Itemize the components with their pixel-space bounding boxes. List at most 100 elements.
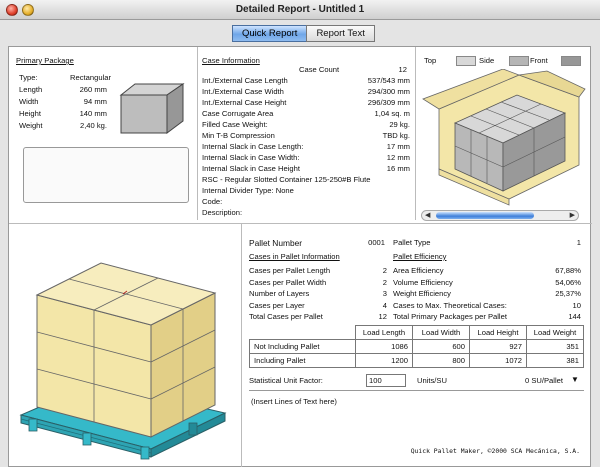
primary-width-value: 94 mm [83, 97, 107, 106]
pallet-eff-row: Volume Efficiency 54,06% [393, 278, 583, 290]
pallet-eff-row: Total Primary Packages per Pallet 144 [393, 312, 583, 324]
load-dimensions-table: Load Length Load Width Load Height Load … [249, 325, 584, 368]
footer-credit: Quick Pallet Maker, ©2000 SCA Mecánica, … [410, 447, 580, 455]
pallet-efficiency-heading: Pallet Efficiency [393, 252, 447, 261]
notes-text-area[interactable]: (Insert Lines of Text here) [249, 390, 584, 443]
pallet-case-row-value: 4 [382, 300, 387, 310]
su-result-value: 0 SU/Pallet [525, 376, 563, 385]
case-row: Int./External Case Width 294/300 mm [202, 87, 412, 98]
tab-report-text[interactable]: Report Text [306, 25, 375, 42]
table-corner [250, 326, 356, 340]
pallet-eff-row: Cases to Max. Theoretical Cases: 10 [393, 301, 583, 313]
case-row-value: 296/309 mm [367, 98, 410, 107]
notes-placeholder: (Insert Lines of Text here) [251, 397, 337, 406]
table-cell: 1200 [355, 353, 413, 368]
pallet-number-label: Pallet Number [249, 238, 303, 248]
case-row-value: 12 mm [386, 153, 410, 162]
case-row-value: TBD kg. [382, 131, 410, 140]
pallet-case-row: Cases per Pallet Length 2 [249, 266, 389, 278]
primary-height-label: Height [19, 109, 41, 118]
primary-weight-label: Weight [19, 121, 43, 130]
case-row-label: Case Corrugate Area [202, 109, 274, 118]
view-key-side-swatch [509, 56, 529, 66]
case-code-label: Code: [202, 197, 223, 206]
su-units-label: Units/SU [417, 376, 447, 385]
case-row: Int./External Case Length 537/543 mm [202, 76, 412, 87]
cases-in-pallet-heading: Cases in Pallet Information [249, 252, 340, 261]
window-titlebar: Detailed Report - Untitled 1 [0, 0, 600, 20]
column-header: Load Length [355, 325, 413, 340]
table-header-row: Load Length Load Width Load Height Load … [250, 325, 584, 340]
primary-length-value: 260 mm [79, 85, 107, 94]
pallet-eff-row-value: 144 [568, 312, 581, 321]
column-header: Load Width [412, 325, 470, 340]
case-row-value: 17 mm [386, 142, 410, 151]
pallet-case-row: Total Cases per Pallet 12 [249, 312, 389, 324]
case-row-value: 1,04 sq. m [374, 109, 410, 118]
table-row: Not Including Pallet 1086 600 927 351 [249, 339, 584, 354]
horizontal-scrollbar[interactable]: ◀ ▶ [421, 210, 579, 221]
view-key-top-swatch [456, 56, 476, 66]
pallet-number-value: 0001 [368, 238, 385, 247]
divider-vertical-top [197, 47, 198, 220]
pallet-eff-row-label: Volume Efficiency [393, 277, 453, 287]
scroll-left-arrow-icon[interactable]: ◀ [425, 211, 430, 220]
pallet-case-row-value: 2 [382, 277, 387, 287]
scroll-right-arrow-icon[interactable]: ▶ [570, 211, 575, 220]
pallet-foot [82, 432, 92, 446]
pallet-eff-row-label: Total Primary Packages per Pallet [393, 312, 507, 321]
tab-quick-report[interactable]: Quick Report [232, 25, 308, 42]
case-row-label: Internal Slack in Case Height [202, 164, 300, 173]
case-info-rows: Int./External Case Length 537/543 mm Int.… [202, 76, 412, 219]
pallet-type-label: Pallet Type [393, 238, 431, 247]
pallet-eff-row-label: Cases to Max. Theoretical Cases: [393, 300, 507, 310]
case-row: Internal Slack in Case Length: 17 mm [202, 142, 412, 153]
table-cell: 381 [526, 353, 584, 368]
pallet-case-row-label: Cases per Pallet Width [249, 277, 327, 287]
column-header: Load Height [469, 325, 527, 340]
case-row: Filled Case Weight: 29 kg. [202, 120, 412, 131]
package-image-well [23, 147, 189, 203]
su-dropdown-arrow-icon[interactable]: ▼ [571, 375, 579, 385]
pallet-eff-row-value: 10 [572, 300, 581, 310]
pallet-eff-row-value: 54,06% [555, 277, 581, 287]
pallet-case-row-value: 12 [378, 312, 387, 321]
su-factor-input[interactable]: 100 [366, 374, 406, 387]
primary-height-value: 140 mm [79, 109, 107, 118]
case-row: Int./External Case Height 296/309 mm [202, 98, 412, 109]
case-row: Min T-B Compression TBD kg. [202, 131, 412, 142]
case-layout-illustration [422, 69, 586, 206]
su-factor-label: Statistical Unit Factor: [249, 376, 323, 385]
pallet-eff-row-value: 25,37% [555, 289, 581, 298]
pallet-efficiency-rows: Area Efficiency 67,88% Volume Efficiency 5… [393, 266, 583, 324]
case-row-value: 29 kg. [389, 120, 410, 129]
pallet-eff-row-label: Weight Efficiency [393, 289, 451, 298]
view-key-side-label: Side [479, 56, 495, 65]
case-row-label: Filled Case Weight: [202, 120, 268, 129]
tab-bar: Quick Report Report Text [232, 25, 375, 42]
case-row-value: 16 mm [386, 164, 410, 173]
pallet-case-row: Cases per Pallet Width 2 [249, 278, 389, 290]
view-key-front-swatch [561, 56, 581, 66]
case-row-label: Min T-B Compression [202, 131, 275, 140]
divider-horizontal [9, 223, 592, 224]
primary-width-label: Width [19, 97, 39, 106]
case-row: Case Corrugate Area 1,04 sq. m [202, 109, 412, 120]
pallet-foot [140, 446, 150, 460]
primary-package-box-illustration [119, 83, 185, 134]
pallet-case-row: Cases per Layer 4 [249, 301, 389, 313]
table-cell: 351 [526, 339, 584, 354]
pallet-eff-row: Weight Efficiency 25,37% [393, 289, 583, 301]
case-row-label: Internal Slack in Case Width: [202, 153, 300, 162]
case-row-value: 537/543 mm [367, 76, 410, 85]
column-header: Load Weight [526, 325, 584, 340]
table-cell: 927 [469, 339, 527, 354]
case-row-label: Int./External Case Width [202, 87, 284, 96]
case-row-value: 294/300 mm [367, 87, 410, 96]
case-count-label: Case Count [299, 65, 340, 74]
pallet-case-row-label: Cases per Pallet Length [249, 266, 331, 275]
scrollbar-thumb[interactable] [436, 212, 534, 219]
case-row: Internal Slack in Case Width: 12 mm [202, 153, 412, 164]
primary-weight-value: 2,40 kg. [79, 121, 107, 130]
case-row: Internal Slack in Case Height 16 mm [202, 164, 412, 175]
